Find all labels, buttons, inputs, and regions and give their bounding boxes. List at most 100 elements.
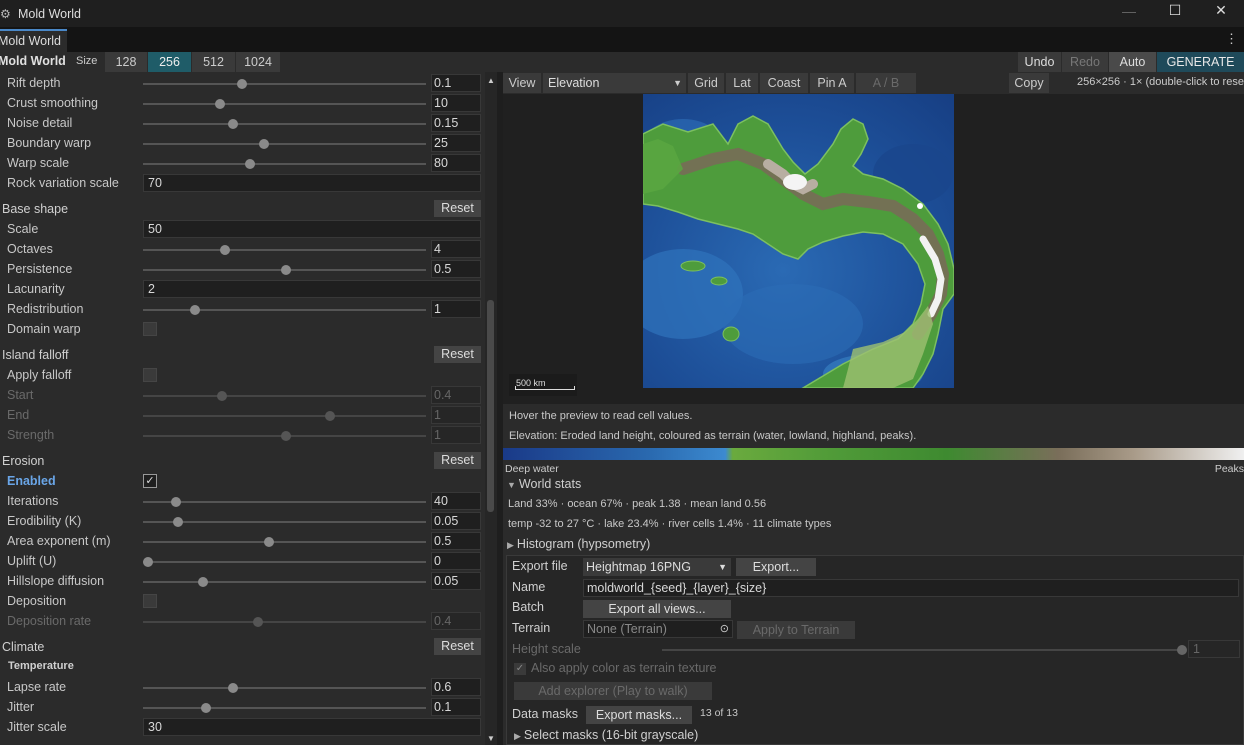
iterations-slider-knob[interactable] <box>170 497 181 507</box>
jitter-value-field[interactable]: 0.1 <box>431 698 481 716</box>
uplift-u-slider-track[interactable] <box>143 561 426 563</box>
boundary-warp-value-field[interactable]: 25 <box>431 134 481 152</box>
jitter-scale-input[interactable]: 30 <box>143 718 481 736</box>
height-scale-value[interactable]: 1 <box>1188 640 1240 658</box>
export-format-select[interactable]: Heightmap 16PNG ▼ <box>583 558 731 576</box>
generate-button[interactable]: GENERATE <box>1157 52 1244 72</box>
size-1024-button[interactable]: 1024 <box>236 52 281 72</box>
size-256-button[interactable]: 256 <box>148 52 192 72</box>
scroll-down-icon[interactable]: ▼ <box>487 734 495 743</box>
end-value-field[interactable]: 1 <box>431 406 481 424</box>
deposition-rate-slider-knob[interactable] <box>253 617 263 627</box>
strength-slider-knob[interactable] <box>280 431 291 441</box>
erodibility-k-slider-knob[interactable] <box>173 517 184 527</box>
erosion-reset-button[interactable]: Reset <box>434 452 481 469</box>
deposition-checkbox[interactable] <box>143 594 157 608</box>
climate-reset-button[interactable]: Reset <box>434 638 481 655</box>
uplift-u-slider-knob[interactable] <box>143 557 153 567</box>
octaves-slider-track[interactable] <box>143 249 426 251</box>
iterations-slider-track[interactable] <box>143 501 426 503</box>
warp-scale-slider-knob[interactable] <box>244 159 255 169</box>
size-128-button[interactable]: 128 <box>105 52 148 72</box>
enabled-checkbox[interactable]: ✓ <box>143 474 157 488</box>
export-button[interactable]: Export... <box>736 558 816 576</box>
hillslope-diffusion-slider-track[interactable] <box>143 581 426 583</box>
hillslope-diffusion-value-field[interactable]: 0.05 <box>431 572 481 590</box>
lacunarity-input[interactable]: 2 <box>143 280 481 298</box>
maximize-button[interactable]: ☐ <box>1152 0 1198 21</box>
rock-variation-scale-input[interactable]: 70 <box>143 174 481 192</box>
map-preview-area[interactable]: 500 km <box>503 94 1244 404</box>
grid-toggle[interactable]: Grid <box>688 73 724 93</box>
filename-input[interactable]: moldworld_{seed}_{layer}_{size} <box>583 579 1239 597</box>
noise-detail-value-field[interactable]: 0.15 <box>431 114 481 132</box>
height-scale-track[interactable] <box>662 649 1182 651</box>
start-value-field[interactable]: 0.4 <box>431 386 481 404</box>
object-picker-icon[interactable]: ⊙ <box>720 621 729 637</box>
terrain-object-field[interactable]: None (Terrain) ⊙ <box>583 620 733 638</box>
undo-button[interactable]: Undo <box>1018 52 1061 72</box>
apply-to-terrain-button[interactable]: Apply to Terrain <box>737 621 855 639</box>
export-all-views-button[interactable]: Export all views... <box>583 600 731 618</box>
add-explorer-button[interactable]: Add explorer (Play to walk) <box>514 682 712 700</box>
persistence-value-field[interactable]: 0.5 <box>431 260 481 278</box>
coast-toggle[interactable]: Coast <box>760 73 808 93</box>
crust-smoothing-slider-track[interactable] <box>143 103 426 105</box>
export-masks-button[interactable]: Export masks... <box>586 706 692 724</box>
redistribution-value-field[interactable]: 1 <box>431 300 481 318</box>
noise-detail-slider-knob[interactable] <box>228 119 239 129</box>
rift-depth-slider-track[interactable] <box>143 83 426 85</box>
parameters-scrollbar[interactable]: ▲ ▼ <box>485 72 497 745</box>
more-options-icon[interactable]: ⋮ <box>1225 31 1238 47</box>
crust-smoothing-slider-knob[interactable] <box>214 99 225 109</box>
start-slider-track[interactable] <box>143 395 426 397</box>
apply-falloff-checkbox[interactable] <box>143 368 157 382</box>
island-falloff-reset-button[interactable]: Reset <box>434 346 481 363</box>
copy-button[interactable]: Copy <box>1009 73 1049 93</box>
rift-depth-slider-knob[interactable] <box>236 79 247 89</box>
octaves-slider-knob[interactable] <box>220 245 230 255</box>
redistribution-slider-track[interactable] <box>143 309 426 311</box>
area-exponent-m-slider-track[interactable] <box>143 541 426 543</box>
pin-a-button[interactable]: Pin A <box>810 73 854 93</box>
boundary-warp-slider-knob[interactable] <box>258 139 269 149</box>
deposition-rate-value-field[interactable]: 0.4 <box>431 612 481 630</box>
noise-detail-slider-track[interactable] <box>143 123 426 125</box>
scroll-thumb[interactable] <box>487 300 494 512</box>
persistence-slider-knob[interactable] <box>280 265 291 275</box>
lat-toggle[interactable]: Lat <box>726 73 758 93</box>
base-shape-reset-button[interactable]: Reset <box>434 200 481 217</box>
boundary-warp-slider-track[interactable] <box>143 143 426 145</box>
height-scale-knob[interactable] <box>1177 645 1187 655</box>
rift-depth-value-field[interactable]: 0.1 <box>431 74 481 92</box>
auto-toggle[interactable]: Auto <box>1109 52 1156 72</box>
layer-select[interactable]: Elevation ▼ <box>543 73 686 93</box>
lapse-rate-slider-knob[interactable] <box>228 683 239 693</box>
area-exponent-m-slider-knob[interactable] <box>264 537 274 547</box>
warp-scale-value-field[interactable]: 80 <box>431 154 481 172</box>
color-texture-checkbox[interactable]: ✓ <box>514 663 526 675</box>
world-stats-header[interactable]: ▼ World stats <box>507 477 581 491</box>
area-exponent-m-value-field[interactable]: 0.5 <box>431 532 481 550</box>
start-slider-knob[interactable] <box>217 391 228 401</box>
octaves-value-field[interactable]: 4 <box>431 240 481 258</box>
end-slider-track[interactable] <box>143 415 426 417</box>
ab-compare-button[interactable]: A / B <box>856 73 916 93</box>
scroll-up-icon[interactable]: ▲ <box>487 76 495 85</box>
end-slider-knob[interactable] <box>324 411 335 421</box>
minimize-button[interactable]: — <box>1106 0 1152 21</box>
domain-warp-checkbox[interactable] <box>143 322 157 336</box>
jitter-slider-track[interactable] <box>143 707 426 709</box>
lapse-rate-value-field[interactable]: 0.6 <box>431 678 481 696</box>
crust-smoothing-value-field[interactable]: 10 <box>431 94 481 112</box>
strength-value-field[interactable]: 1 <box>431 426 481 444</box>
tab-mold-world[interactable]: Mold World <box>0 29 67 52</box>
redistribution-slider-knob[interactable] <box>189 305 200 315</box>
jitter-slider-knob[interactable] <box>200 703 211 713</box>
elevation-map[interactable] <box>643 94 954 388</box>
select-masks-header[interactable]: ▶ Select masks (16-bit grayscale) <box>514 728 698 742</box>
scale-input[interactable]: 50 <box>143 220 481 238</box>
uplift-u-value-field[interactable]: 0 <box>431 552 481 570</box>
erodibility-k-value-field[interactable]: 0.05 <box>431 512 481 530</box>
iterations-value-field[interactable]: 40 <box>431 492 481 510</box>
